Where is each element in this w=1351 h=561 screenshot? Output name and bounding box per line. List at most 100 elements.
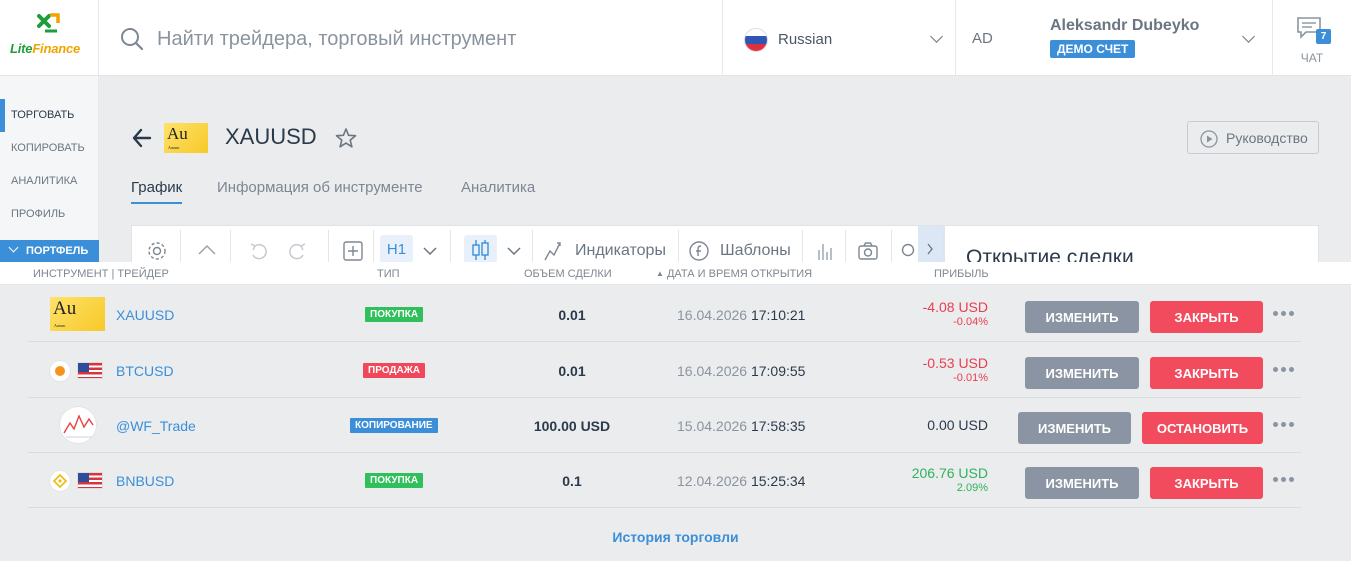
table-row: BTCUSD ПРОДАЖА 0.01 16.04.2026 17:09:55 …	[28, 343, 1301, 398]
gold-instrument-logo: Au Aurum	[164, 123, 208, 153]
language-label: Russian	[778, 31, 833, 48]
profit-value: -4.08 USD -0.04%	[922, 299, 988, 328]
more-options-icon[interactable]	[1273, 475, 1297, 485]
stop-copying-button[interactable]: ОСТАНОВИТЬ	[1142, 412, 1263, 444]
portfolio-label: ПОРТФЕЛЬ	[26, 245, 89, 257]
search-icon[interactable]	[900, 241, 918, 261]
account-menu[interactable]: AD Aleksandr Dubeyko ДЕМО СЧЕТ	[956, 0, 1273, 76]
bitcoin-icon	[50, 361, 70, 381]
sidebar-item-copy[interactable]: КОПИРОВАТЬ	[0, 132, 99, 165]
chevron-down-icon	[930, 30, 943, 43]
column-header-profit[interactable]: ПРИБЫЛЬ	[934, 268, 989, 280]
instrument-name-link[interactable]: XAUUSD	[116, 307, 174, 323]
more-options-icon[interactable]	[1273, 309, 1297, 319]
chevron-down-icon	[1242, 30, 1255, 43]
back-arrow-icon[interactable]	[131, 126, 153, 150]
sort-ascending-icon: ▲	[656, 269, 664, 278]
chart-type-selector[interactable]	[464, 235, 497, 262]
guide-button[interactable]: Руководство	[1187, 121, 1319, 154]
trade-type-badge: ПОКУПКА	[365, 307, 424, 322]
toolbar-divider	[891, 230, 892, 262]
toolbar-divider	[802, 230, 803, 262]
sidebar-item-portfolio[interactable]: ПОРТФЕЛЬ	[0, 240, 99, 262]
templates-button[interactable]: Шаблоны	[720, 242, 791, 260]
profit-value: 0.00 USD	[927, 417, 988, 433]
edit-button[interactable]: ИЗМЕНИТЬ	[1025, 301, 1139, 333]
trade-volume: 0.01	[558, 307, 586, 323]
chevron-down-icon	[8, 242, 19, 253]
trade-type-badge: КОПИРОВАНИЕ	[350, 418, 438, 433]
instrument-name-link[interactable]: BNBUSD	[116, 473, 174, 489]
open-datetime: 12.04.2026 15:25:34	[677, 473, 806, 489]
trade-volume: 0.1	[562, 473, 582, 489]
trader-name-link[interactable]: @WF_Trade	[116, 418, 196, 434]
instrument-name-link[interactable]: BTCUSD	[116, 363, 174, 379]
open-datetime: 15.04.2026 17:58:35	[677, 418, 806, 434]
close-position-button[interactable]: ЗАКРЫТЬ	[1150, 467, 1263, 499]
sidebar-item-trade[interactable]: ТОРГОВАТЬ	[0, 99, 99, 132]
column-header-instrument[interactable]: ИНСТРУМЕНТ | ТРЕЙДЕР	[33, 268, 169, 280]
demo-account-badge: ДЕМО СЧЕТ	[1050, 40, 1136, 58]
chevron-up-icon[interactable]	[196, 242, 218, 258]
favorite-star-icon[interactable]	[335, 127, 357, 149]
chat-button[interactable]: 7 ЧАТ	[1273, 0, 1351, 76]
avatar: AD	[972, 30, 993, 47]
logo-mark-icon	[37, 13, 60, 33]
tab-instrument-info[interactable]: Информация об инструменте	[217, 179, 423, 196]
open-deal-title: Открытие сделки	[966, 246, 1134, 262]
redo-icon[interactable]	[286, 241, 308, 261]
guide-label: Руководство	[1226, 130, 1308, 146]
chart-toolbar: H1 Индикаторы Шаблоны	[131, 225, 944, 262]
toolbar-scroll-right[interactable]	[918, 226, 943, 262]
chevron-down-icon[interactable]	[422, 244, 438, 258]
toolbar-divider	[678, 230, 679, 262]
top-header: LiteFinance Russian AD Aleksandr Dubeyko…	[0, 0, 1351, 76]
language-selector[interactable]: Russian	[723, 0, 956, 76]
search-input[interactable]	[157, 26, 697, 52]
column-header-type[interactable]: ТИП	[377, 268, 400, 280]
templates-icon[interactable]	[688, 240, 710, 262]
open-datetime: 16.04.2026 17:10:21	[677, 307, 806, 323]
settings-gear-icon[interactable]	[146, 240, 168, 262]
trade-type-badge: ПРОДАЖА	[363, 363, 425, 378]
camera-icon[interactable]	[857, 240, 879, 262]
chevron-down-icon[interactable]	[506, 244, 522, 258]
gold-instrument-logo: Au Aurum	[50, 297, 105, 331]
chat-count-badge: 7	[1316, 29, 1331, 44]
column-header-datetime[interactable]: ▲ ДАТА И ВРЕМЯ ОТКРЫТИЯ	[656, 268, 812, 280]
open-deal-panel: Открытие сделки	[944, 225, 1319, 262]
edit-button[interactable]: ИЗМЕНИТЬ	[1025, 467, 1139, 499]
sidebar-item-profile[interactable]: ПРОФИЛЬ	[0, 198, 99, 231]
play-icon	[1200, 130, 1218, 148]
undo-icon[interactable]	[248, 241, 270, 261]
sidebar-item-analytics[interactable]: АНАЛИТИКА	[0, 165, 99, 198]
close-position-button[interactable]: ЗАКРЫТЬ	[1150, 301, 1263, 333]
litefinance-logo[interactable]: LiteFinance	[0, 0, 99, 76]
toolbar-divider	[845, 230, 846, 262]
trade-type-badge: ПОКУПКА	[365, 473, 424, 488]
toolbar-divider	[532, 230, 533, 262]
indicators-icon[interactable]	[542, 239, 566, 262]
us-flag-icon	[77, 472, 103, 489]
bar-chart-icon[interactable]	[814, 240, 836, 262]
sidebar: ТОРГОВАТЬ КОПИРОВАТЬ АНАЛИТИКА ПРОФИЛЬ П…	[0, 76, 99, 262]
profit-value: 206.76 USD 2.09%	[911, 465, 988, 494]
more-options-icon[interactable]	[1273, 365, 1297, 375]
tab-analytics[interactable]: Аналитика	[461, 179, 535, 196]
russia-flag-icon	[745, 29, 767, 51]
edit-button[interactable]: ИЗМЕНИТЬ	[1018, 412, 1131, 444]
timeframe-selector[interactable]: H1	[380, 235, 413, 262]
edit-button[interactable]: ИЗМЕНИТЬ	[1025, 357, 1139, 389]
close-position-button[interactable]: ЗАКРЫТЬ	[1150, 357, 1263, 389]
add-plus-icon[interactable]	[342, 240, 364, 262]
trade-history-link[interactable]: История торговли	[0, 529, 1351, 545]
profit-value: -0.53 USD -0.01%	[922, 355, 988, 384]
trade-volume: 0.01	[558, 363, 586, 379]
chat-label: ЧАТ	[1300, 51, 1324, 65]
tab-chart[interactable]: График	[131, 179, 183, 204]
column-header-volume[interactable]: ОБЪЕМ СДЕЛКИ	[524, 268, 612, 280]
search-icon	[121, 28, 144, 51]
open-datetime: 16.04.2026 17:09:55	[677, 363, 806, 379]
indicators-button[interactable]: Индикаторы	[575, 242, 666, 260]
more-options-icon[interactable]	[1273, 420, 1297, 430]
